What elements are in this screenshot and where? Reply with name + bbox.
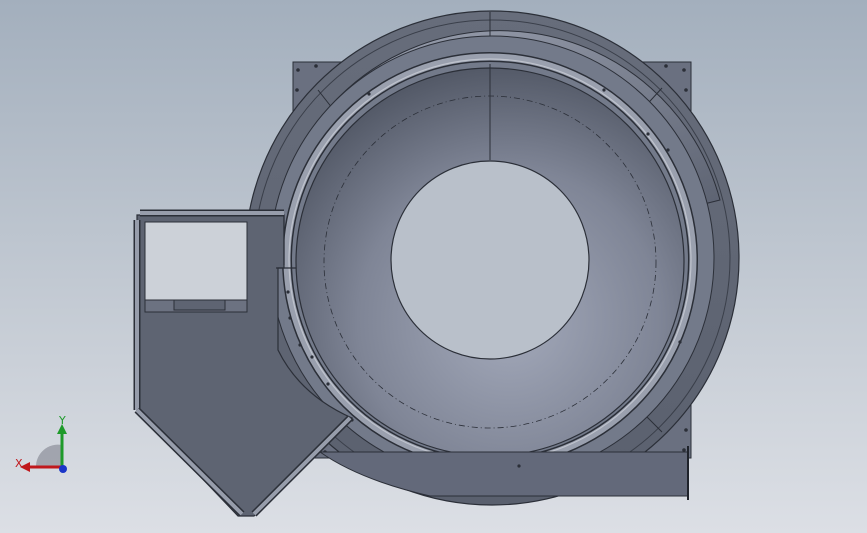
y-axis-label: Y xyxy=(59,414,66,427)
triad-axes-icon xyxy=(20,424,67,473)
bottom-lip xyxy=(318,451,689,497)
coordinate-triad: X Y xyxy=(12,412,82,482)
cad-model[interactable] xyxy=(0,0,867,533)
center-opening xyxy=(390,160,590,360)
graphics-viewport[interactable]: X Y xyxy=(0,0,867,533)
x-axis-label: X xyxy=(15,457,23,470)
